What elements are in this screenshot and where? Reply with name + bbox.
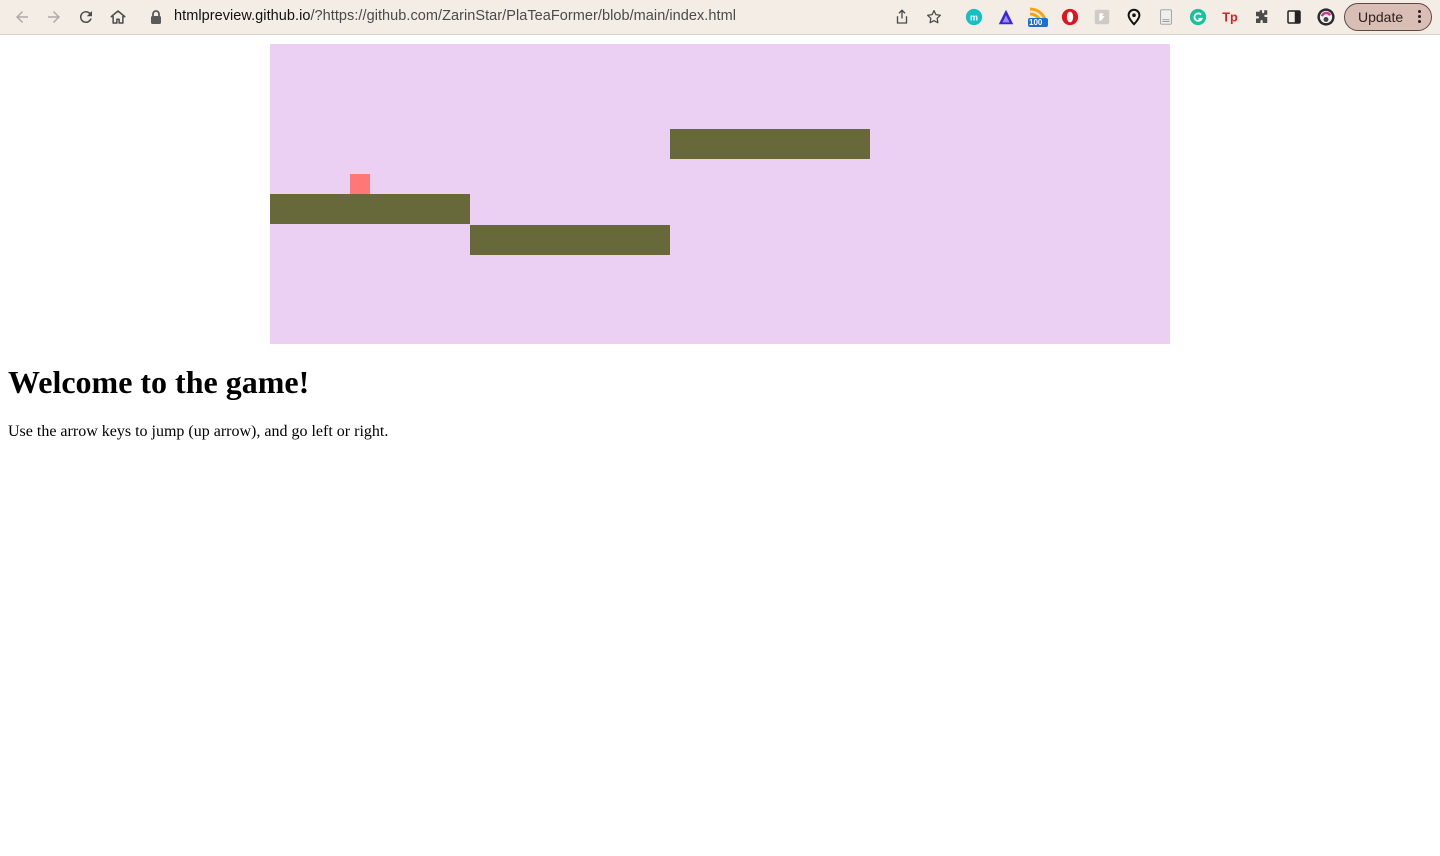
star-icon [926,9,942,24]
location-pin-icon [1127,8,1141,26]
back-button[interactable] [10,6,34,28]
share-button[interactable] [892,7,912,27]
home-button[interactable] [106,6,130,28]
extensions-button[interactable] [1252,7,1272,27]
more-menu-icon[interactable] [1418,10,1421,25]
home-icon [110,10,126,24]
game-canvas[interactable] [270,44,1170,344]
lock-icon[interactable] [150,9,162,25]
reload-button[interactable] [74,6,98,28]
update-label: Update [1358,9,1404,25]
document-icon [1160,9,1172,25]
opera-icon [1061,8,1079,26]
svg-text:m: m [970,13,978,23]
profile-avatar[interactable] [1315,6,1337,28]
extension-tp[interactable]: Tp [1220,7,1240,27]
puzzle-grey-icon [1094,9,1110,25]
url-path: /?https://github.com/ZarinStar/PlaTeaFor… [310,8,736,24]
platform-2 [470,225,670,255]
extension-triangle[interactable] [996,7,1016,27]
url-host: htmlpreview.github.io [174,8,311,24]
extension-m[interactable]: m [964,7,984,27]
triangle-icon [998,9,1014,25]
side-panel-icon [1287,10,1301,24]
browser-toolbar: htmlpreview.github.io/?https://github.co… [0,0,1440,35]
extension-badge: 100 [1029,18,1043,27]
extension-doc[interactable] [1156,7,1176,27]
reload-icon [79,11,92,24]
extension-grey[interactable] [1092,7,1112,27]
grammarly-icon [1189,8,1207,26]
extension-grammarly[interactable] [1188,7,1208,27]
extension-opera[interactable] [1060,7,1080,27]
tp-icon: Tp [1222,11,1238,25]
bookmark-button[interactable] [924,7,944,27]
page-title: Welcome to the game! [8,364,310,400]
address-bar[interactable]: htmlpreview.github.io/?https://github.co… [174,8,736,24]
extension-feed[interactable]: 100 [1028,7,1048,27]
player-block [350,174,370,194]
svg-text:Tp: Tp [1222,11,1238,25]
forward-button[interactable] [42,6,66,28]
extension-m-icon: m [965,8,983,26]
platform-1 [270,194,470,224]
share-icon [896,9,908,24]
avatar-icon [1317,8,1335,26]
forward-icon [48,11,60,23]
side-panel-button[interactable] [1284,7,1304,27]
instructions-text: Use the arrow keys to jump (up arrow), a… [8,423,389,440]
update-button[interactable]: Update [1344,3,1432,31]
platform-3 [670,129,870,159]
back-icon [16,11,28,23]
extensions-icon [1256,10,1268,23]
extension-pin[interactable] [1124,7,1144,27]
